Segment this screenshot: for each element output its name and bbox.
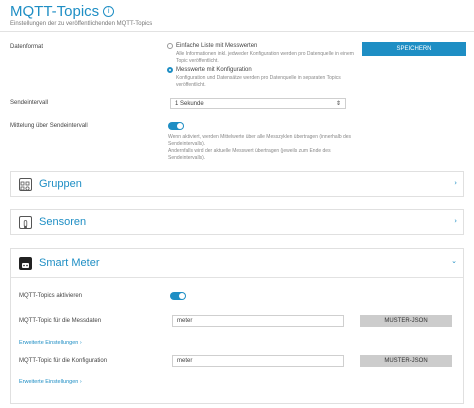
radio-messwerte-konfig-label: Messwerte mit Konfiguration [176,67,252,73]
muster-json-button[interactable]: MUSTER-JSON [360,355,452,367]
panel-smart-meter-title: Smart Meter [39,257,100,269]
radio-messwerte-konfig-desc: Konfiguration und Datensätze werden pro … [176,75,341,88]
erweiterte-einstellungen-link[interactable]: Erweiterte Einstellungen › [19,379,82,385]
page-subtitle: Einstellungen der zu veröffentlichenden … [10,21,153,27]
chevron-down-icon[interactable]: ⌄ [451,257,457,265]
sendeintervall-select[interactable]: 1 Sekunde ⇕ [170,98,346,109]
sendeintervall-value: 1 Sekunde [175,101,204,107]
erweiterte-einstellungen-link[interactable]: Erweiterte Einstellungen › [19,340,82,346]
radio-einfache-liste-label: Einfache Liste mit Messwerten [176,43,258,49]
sendeintervall-label: Sendeintervall [10,100,49,106]
smart-meter-icon [19,257,32,270]
chevron-right-icon[interactable]: › [454,179,457,187]
mittelung-label: Mittelung über Sendeintervall [10,123,88,129]
messdaten-input[interactable]: meter [172,315,344,327]
panel-sensoren[interactable]: Sensoren › [10,209,464,235]
radio-einfache-liste[interactable] [167,43,173,49]
mqtt-aktivieren-toggle[interactable] [170,292,186,300]
select-arrows-icon: ⇕ [335,101,341,107]
radio-messwerte-konfig[interactable] [167,67,173,73]
page-title-text: MQTT-Topics [10,3,100,20]
mittelung-desc-1: Wenn aktiviert, werden Mittelwerte über … [168,134,352,147]
mittelung-toggle[interactable] [168,122,184,130]
save-button[interactable]: SPEICHERN [362,42,466,56]
konfig-label: MQTT-Topic für die Konfiguration [19,358,108,364]
header-divider [0,31,474,32]
chevron-right-icon[interactable]: › [454,217,457,225]
sensoren-icon [19,216,32,229]
panel-divider [11,277,463,278]
radio-einfache-liste-desc: Alle Informationen inkl. jedweder Konfig… [176,51,354,64]
panel-smart-meter: Smart Meter ⌄ MQTT-Topics aktivieren MQT… [10,248,464,404]
panel-gruppen-title: Gruppen [39,178,82,190]
page-title: MQTT-Topics i [10,3,115,20]
datenformat-label: Datenformat [10,44,44,50]
mittelung-desc-2: Andernfalls wird der aktuelle Messwert ü… [168,148,331,161]
panel-gruppen[interactable]: Gruppen › [10,171,464,197]
info-icon[interactable]: i [103,6,115,17]
messdaten-label: MQTT-Topic für die Messdaten [19,318,102,324]
mqtt-aktivieren-label: MQTT-Topics aktivieren [19,293,83,299]
muster-json-button[interactable]: MUSTER-JSON [360,315,452,327]
gruppen-icon [19,178,32,191]
konfig-input[interactable]: meter [172,355,344,367]
panel-sensoren-title: Sensoren [39,216,87,228]
